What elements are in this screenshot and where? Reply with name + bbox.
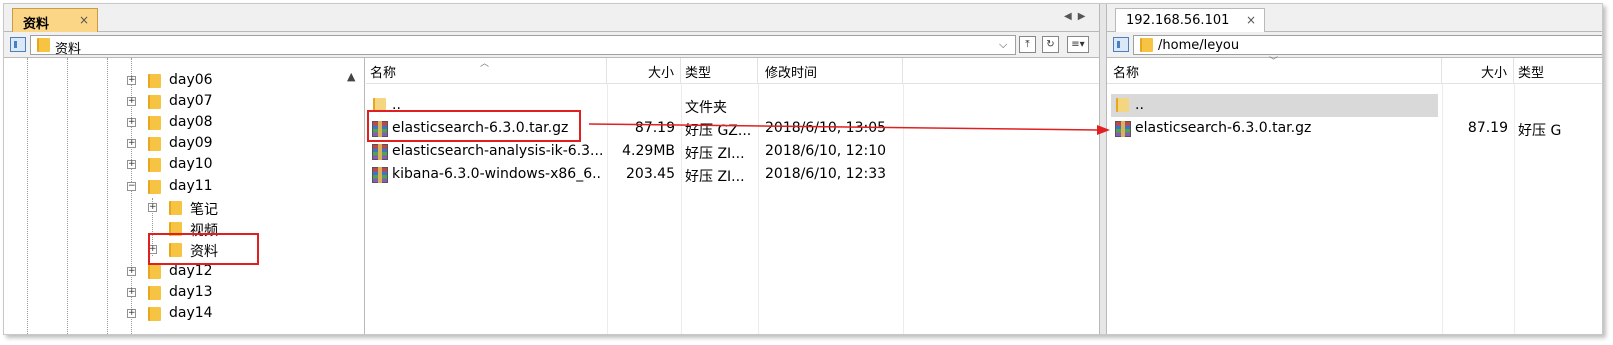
- arrow-line: [588, 123, 1099, 131]
- arrow-head: [1097, 125, 1110, 135]
- sftp-window: 资料 × ◀▶ 资料 ⌵ ⤒ ↻ ≡▾ + day06 + day07 + da…: [3, 3, 1603, 335]
- transfer-arrow: [588, 123, 1110, 135]
